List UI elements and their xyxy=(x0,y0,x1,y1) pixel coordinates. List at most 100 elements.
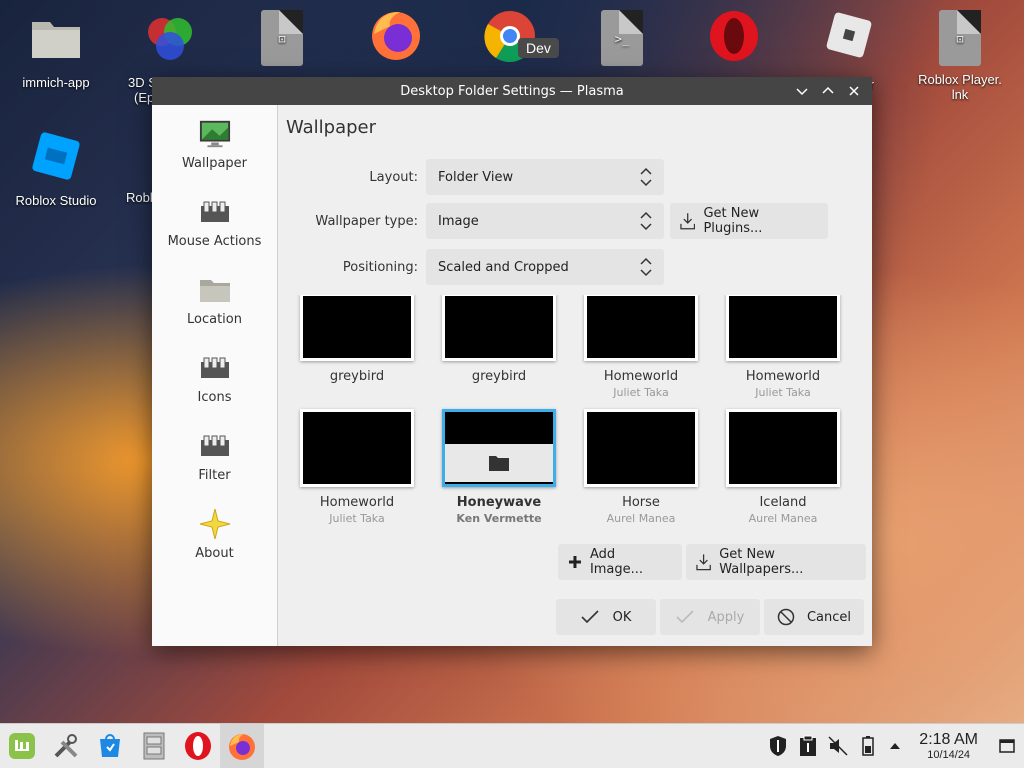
tray-volume[interactable] xyxy=(823,724,853,768)
dialog-title: Desktop Folder Settings — Plasma xyxy=(400,83,624,99)
desktop-icon-immich-app[interactable]: immich-app xyxy=(6,10,106,90)
wallpaper-thumbnail xyxy=(442,409,556,487)
wallpaper-item[interactable]: greybird xyxy=(428,295,570,386)
roblox-studio-icon xyxy=(32,132,80,180)
wallpaper-item-selected[interactable]: Honeywave Ken Vermette xyxy=(428,409,570,525)
sidebar-item-filter[interactable]: Filter xyxy=(152,417,277,495)
open-folder-overlay[interactable] xyxy=(445,444,553,482)
wallpaper-item[interactable]: Horse Aurel Manea xyxy=(570,409,712,525)
sidebar-label: Icons xyxy=(197,389,232,405)
sidebar-item-mouse-actions[interactable]: Mouse Actions xyxy=(152,183,277,261)
clipboard-icon xyxy=(800,735,817,756)
desktop-icon-label: immich-app xyxy=(22,75,90,90)
close-button[interactable] xyxy=(844,81,864,101)
wallpaper-grid[interactable]: greybird greybird Homeworld Juliet Taka … xyxy=(278,295,872,535)
wallpaper-type-combo[interactable]: Image xyxy=(426,203,664,239)
wallpaper-thumbnail xyxy=(300,295,414,361)
sidebar-item-icons[interactable]: Icons xyxy=(152,339,277,417)
desktop-icon-opera[interactable] xyxy=(684,6,784,71)
tray-battery[interactable] xyxy=(853,724,883,768)
sidebar-item-location[interactable]: Location xyxy=(152,261,277,339)
linux-mint-icon xyxy=(9,733,35,759)
link-file-icon: ⊡ xyxy=(939,10,981,66)
wallpaper-thumbnail xyxy=(442,295,556,361)
terminal-file-icon: >_ xyxy=(601,10,643,66)
desktop-icon-label: Roblox Studio xyxy=(15,193,97,208)
plugin-icon xyxy=(200,201,229,222)
link-file-icon: ⊡ xyxy=(261,10,303,66)
cancel-button[interactable]: Cancel xyxy=(764,599,864,635)
desktop-icon-roblox[interactable] xyxy=(798,6,898,71)
sidebar-item-wallpaper[interactable]: Wallpaper xyxy=(152,105,277,183)
download-icon xyxy=(680,213,696,230)
desktop-icon-label: Roblox Player. xyxy=(918,72,1002,87)
wallpaper-type-value: Image xyxy=(438,213,479,229)
wallpaper-name: Homeworld xyxy=(319,495,395,510)
desktop-icon-roblox-studio[interactable]: Roblox Studio xyxy=(6,128,106,208)
positioning-value: Scaled and Cropped xyxy=(438,259,569,275)
wallpaper-name: greybird xyxy=(471,369,527,384)
tray-expand[interactable] xyxy=(883,724,907,768)
taskbar-discover[interactable] xyxy=(88,724,132,768)
apply-label: Apply xyxy=(707,609,745,625)
apply-button[interactable]: Apply xyxy=(660,599,760,635)
get-new-plugins-button[interactable]: Get New Plugins... xyxy=(670,203,828,239)
desktop-icon-terminal[interactable]: >_ xyxy=(572,10,672,72)
settings-dialog: Desktop Folder Settings — Plasma Wallpap… xyxy=(152,77,872,646)
clock[interactable]: 2:18 AM 10/14/24 xyxy=(919,731,978,761)
checkmark-icon xyxy=(581,610,599,624)
roblox-icon xyxy=(826,12,872,58)
download-icon xyxy=(696,554,711,571)
tools-icon xyxy=(54,734,78,758)
start-menu-button[interactable] xyxy=(0,724,44,768)
ok-button[interactable]: OK xyxy=(556,599,656,635)
wallpaper-author: Ken Vermette xyxy=(456,512,542,525)
desktop-icon-roblox-player-lnk[interactable]: ⊡ Roblox Player. lnk xyxy=(910,10,1010,102)
title-bar[interactable]: Desktop Folder Settings — Plasma xyxy=(152,77,872,105)
layout-row: Layout: Folder View xyxy=(278,159,664,195)
minimize-button[interactable] xyxy=(792,81,812,101)
desktop-icon-firefox[interactable] xyxy=(346,6,446,71)
show-desktop-icon xyxy=(999,739,1015,753)
opera-icon xyxy=(185,732,211,760)
wallpaper-item[interactable]: greybird xyxy=(286,295,428,386)
taskbar-files[interactable] xyxy=(132,724,176,768)
show-desktop-button[interactable] xyxy=(990,724,1024,768)
positioning-row: Positioning: Scaled and Cropped xyxy=(278,249,664,285)
layout-combo[interactable]: Folder View xyxy=(426,159,664,195)
chrome-dev-badge: Dev xyxy=(518,38,559,58)
tray-security[interactable] xyxy=(763,724,793,768)
desktop-icon-file-1[interactable]: ⊡ xyxy=(232,10,332,72)
taskbar-opera[interactable] xyxy=(176,724,220,768)
wallpaper-author: Juliet Taka xyxy=(613,386,669,399)
wallpaper-item[interactable]: Homeworld Juliet Taka xyxy=(712,295,854,399)
clock-date: 10/14/24 xyxy=(927,749,971,761)
wallpaper-item[interactable]: Homeworld Juliet Taka xyxy=(286,409,428,525)
layout-label: Layout: xyxy=(369,169,418,185)
get-new-wallpapers-button[interactable]: Get New Wallpapers... xyxy=(686,544,866,580)
wallpaper-item[interactable]: Homeworld Juliet Taka xyxy=(570,295,712,399)
tray-clipboard[interactable] xyxy=(793,724,823,768)
firefox-icon xyxy=(372,12,420,60)
3d-app-icon xyxy=(148,18,192,60)
maximize-button[interactable] xyxy=(818,81,838,101)
taskbar: 2:18 AM 10/14/24 xyxy=(0,723,1024,768)
folder-icon xyxy=(32,22,80,58)
desktop-icon-chrome-dev[interactable]: Dev xyxy=(460,6,560,71)
get-new-wallpapers-label: Get New Wallpapers... xyxy=(719,547,804,577)
wallpaper-thumbnail xyxy=(584,409,698,487)
taskbar-settings[interactable] xyxy=(44,724,88,768)
desktop-icon-roblox-partial[interactable]: Robl xyxy=(110,128,152,205)
wallpaper-item[interactable]: Iceland Aurel Manea xyxy=(712,409,854,525)
positioning-combo[interactable]: Scaled and Cropped xyxy=(426,249,664,285)
wallpaper-thumbnail xyxy=(726,409,840,487)
add-image-button[interactable]: Add Image... xyxy=(558,544,682,580)
add-image-label: Add Image... xyxy=(589,547,644,577)
wallpaper-author: Juliet Taka xyxy=(755,386,811,399)
sidebar-item-about[interactable]: About xyxy=(152,495,277,573)
close-icon xyxy=(849,86,859,96)
taskbar-firefox[interactable] xyxy=(220,724,264,768)
sidebar-label: About xyxy=(195,545,234,561)
plugin-icon xyxy=(200,357,229,378)
wallpaper-thumbnail xyxy=(726,295,840,361)
